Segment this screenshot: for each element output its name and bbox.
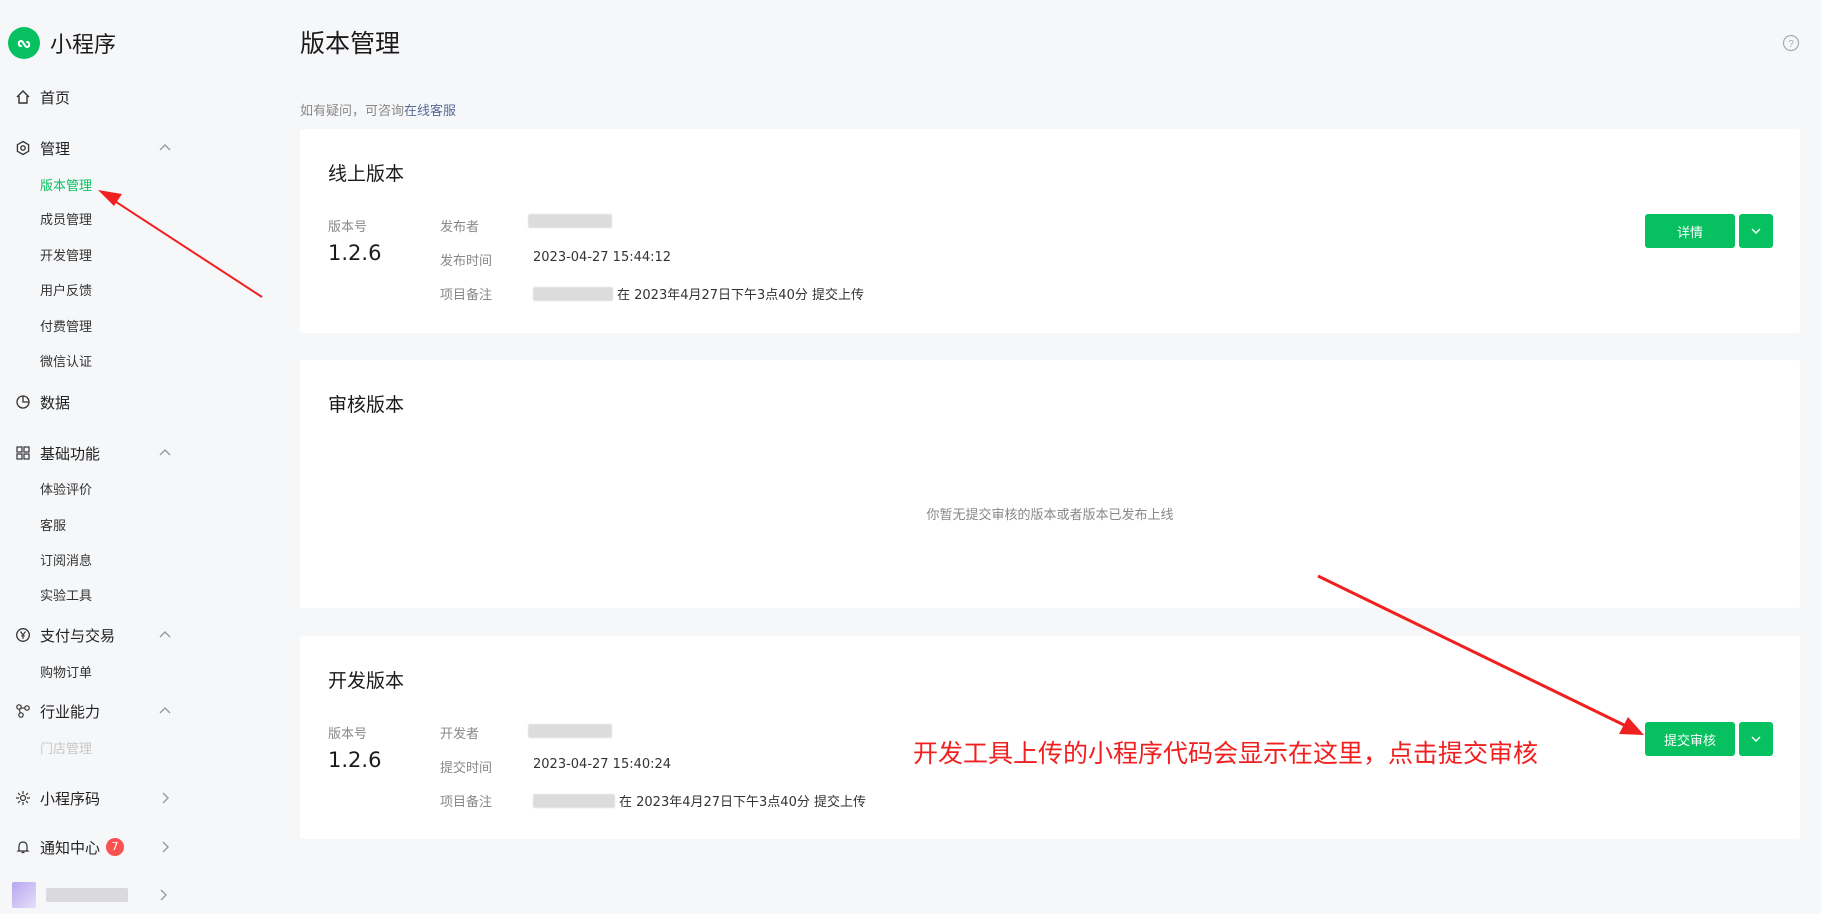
notification-badge: 7	[106, 838, 125, 856]
note-text: 在 2023年4月27日下午3点40分 提交上传	[617, 288, 864, 303]
app-logo[interactable]: 小程序	[8, 27, 116, 59]
submit-review-button[interactable]: 提交审核	[1645, 722, 1735, 756]
sidebar-item-wechat-auth[interactable]: 微信认证	[40, 353, 92, 373]
note-value: 在 2023年4月27日下午3点40分 提交上传	[533, 284, 864, 303]
publisher-label: 发布者	[440, 220, 480, 235]
online-service-link[interactable]: 在线客服	[404, 104, 456, 119]
avatar	[12, 882, 36, 908]
publish-time: 2023-04-27 15:44:12	[533, 250, 672, 265]
nav-industry-label: 行业能力	[40, 702, 101, 721]
nav-qrcode[interactable]: 小程序码	[14, 785, 174, 811]
help-hint-text: 如有疑问，可咨询	[300, 104, 405, 119]
nodes-icon	[14, 702, 32, 720]
bell-icon	[14, 838, 32, 856]
dev-version-number-label: 版本号	[328, 727, 368, 742]
yen-icon	[14, 626, 32, 644]
nav-pay-label: 支付与交易	[40, 626, 116, 645]
sidebar: 小程序 首页 管理 版本管理 成员管理 开发管理 用户反馈 付费管理 微信认证 …	[0, 0, 270, 914]
sidebar-item-members[interactable]: 成员管理	[40, 211, 92, 231]
nav-notice-label: 通知中心	[40, 838, 101, 857]
nav-pay[interactable]: 支付与交易	[14, 622, 174, 648]
sidebar-item-dev[interactable]: 开发管理	[40, 247, 92, 267]
svg-text:?: ?	[1788, 39, 1794, 50]
nav-qrcode-label: 小程序码	[40, 789, 101, 808]
nav-home[interactable]: 首页	[14, 84, 174, 110]
developer-label: 开发者	[440, 727, 480, 742]
publish-time-label: 发布时间	[440, 254, 493, 269]
account-name-blurred	[46, 888, 128, 902]
version-number-label: 版本号	[328, 220, 368, 235]
developer-value-blurred	[528, 724, 612, 738]
chevron-up-icon[interactable]	[156, 139, 174, 157]
note-author-blurred	[533, 286, 613, 301]
chevron-right-icon[interactable]	[154, 886, 172, 904]
online-more-button[interactable]	[1739, 214, 1773, 248]
sidebar-item-feedback[interactable]: 用户反馈	[40, 282, 92, 302]
help-icon[interactable]: ?	[1782, 34, 1800, 52]
dev-note-author-blurred	[533, 793, 615, 808]
online-version-title: 线上版本	[328, 163, 405, 185]
chevron-right-icon[interactable]	[156, 789, 174, 807]
sun-icon	[14, 789, 32, 807]
sidebar-item-stores[interactable]: 门店管理	[40, 740, 92, 760]
sidebar-item-subscribe[interactable]: 订阅消息	[40, 552, 92, 572]
chevron-right-icon[interactable]	[156, 838, 174, 856]
chevron-down-icon	[1751, 736, 1761, 742]
chevron-up-icon[interactable]	[156, 444, 174, 462]
chevron-up-icon[interactable]	[156, 702, 174, 720]
sidebar-item-orders[interactable]: 购物订单	[40, 664, 92, 684]
nav-basic[interactable]: 基础功能	[14, 440, 174, 466]
nav-basic-label: 基础功能	[40, 444, 101, 463]
nav-industry[interactable]: 行业能力	[14, 698, 174, 724]
dev-version-number: 1.2.6	[328, 748, 382, 772]
review-version-card: 审核版本 你暂无提交审核的版本或者版本已发布上线	[300, 360, 1800, 608]
nav-data[interactable]: 数据	[14, 389, 174, 415]
version-number: 1.2.6	[328, 241, 382, 265]
submit-time-label: 提交时间	[440, 761, 493, 776]
sidebar-item-service[interactable]: 客服	[40, 517, 66, 537]
sidebar-item-lab[interactable]: 实验工具	[40, 587, 92, 607]
sidebar-item-payment[interactable]: 付费管理	[40, 318, 92, 338]
review-version-title: 审核版本	[328, 394, 405, 416]
dev-version-title: 开发版本	[328, 670, 405, 692]
dev-more-button[interactable]	[1739, 722, 1773, 756]
nav-manage[interactable]: 管理	[14, 135, 174, 161]
chevron-up-icon[interactable]	[156, 626, 174, 644]
sidebar-item-version[interactable]: 版本管理	[40, 177, 92, 197]
page-title: 版本管理	[300, 29, 401, 58]
pie-chart-icon	[14, 393, 32, 411]
nav-manage-label: 管理	[40, 139, 71, 158]
sidebar-item-experience[interactable]: 体验评价	[40, 481, 92, 501]
app-title: 小程序	[50, 33, 117, 58]
nav-home-label: 首页	[40, 88, 71, 107]
chevron-down-icon	[1751, 228, 1761, 234]
publisher-value-blurred	[528, 214, 612, 228]
grid-icon	[14, 444, 32, 462]
online-version-card: 线上版本 版本号 1.2.6 发布者 发布时间 2023-04-27 15:44…	[300, 129, 1800, 333]
settings-icon	[14, 139, 32, 157]
dev-note-label: 项目备注	[440, 795, 493, 810]
review-empty-text: 你暂无提交审核的版本或者版本已发布上线	[926, 508, 1174, 523]
annotation-text: 开发工具上传的小程序代码会显示在这里，点击提交审核	[913, 739, 1539, 768]
detail-button[interactable]: 详情	[1645, 214, 1735, 248]
submit-time: 2023-04-27 15:40:24	[533, 757, 672, 772]
home-icon	[14, 88, 32, 106]
account-menu[interactable]	[12, 882, 172, 908]
help-hint: 如有疑问，可咨询在线客服	[300, 100, 456, 119]
nav-data-label: 数据	[40, 393, 71, 412]
nav-notice[interactable]: 通知中心 7	[14, 834, 174, 860]
dev-note-text: 在 2023年4月27日下午3点40分 提交上传	[619, 795, 866, 810]
dev-note-value: 在 2023年4月27日下午3点40分 提交上传	[533, 791, 866, 810]
miniprogram-logo-icon	[8, 27, 40, 59]
note-label: 项目备注	[440, 288, 493, 303]
